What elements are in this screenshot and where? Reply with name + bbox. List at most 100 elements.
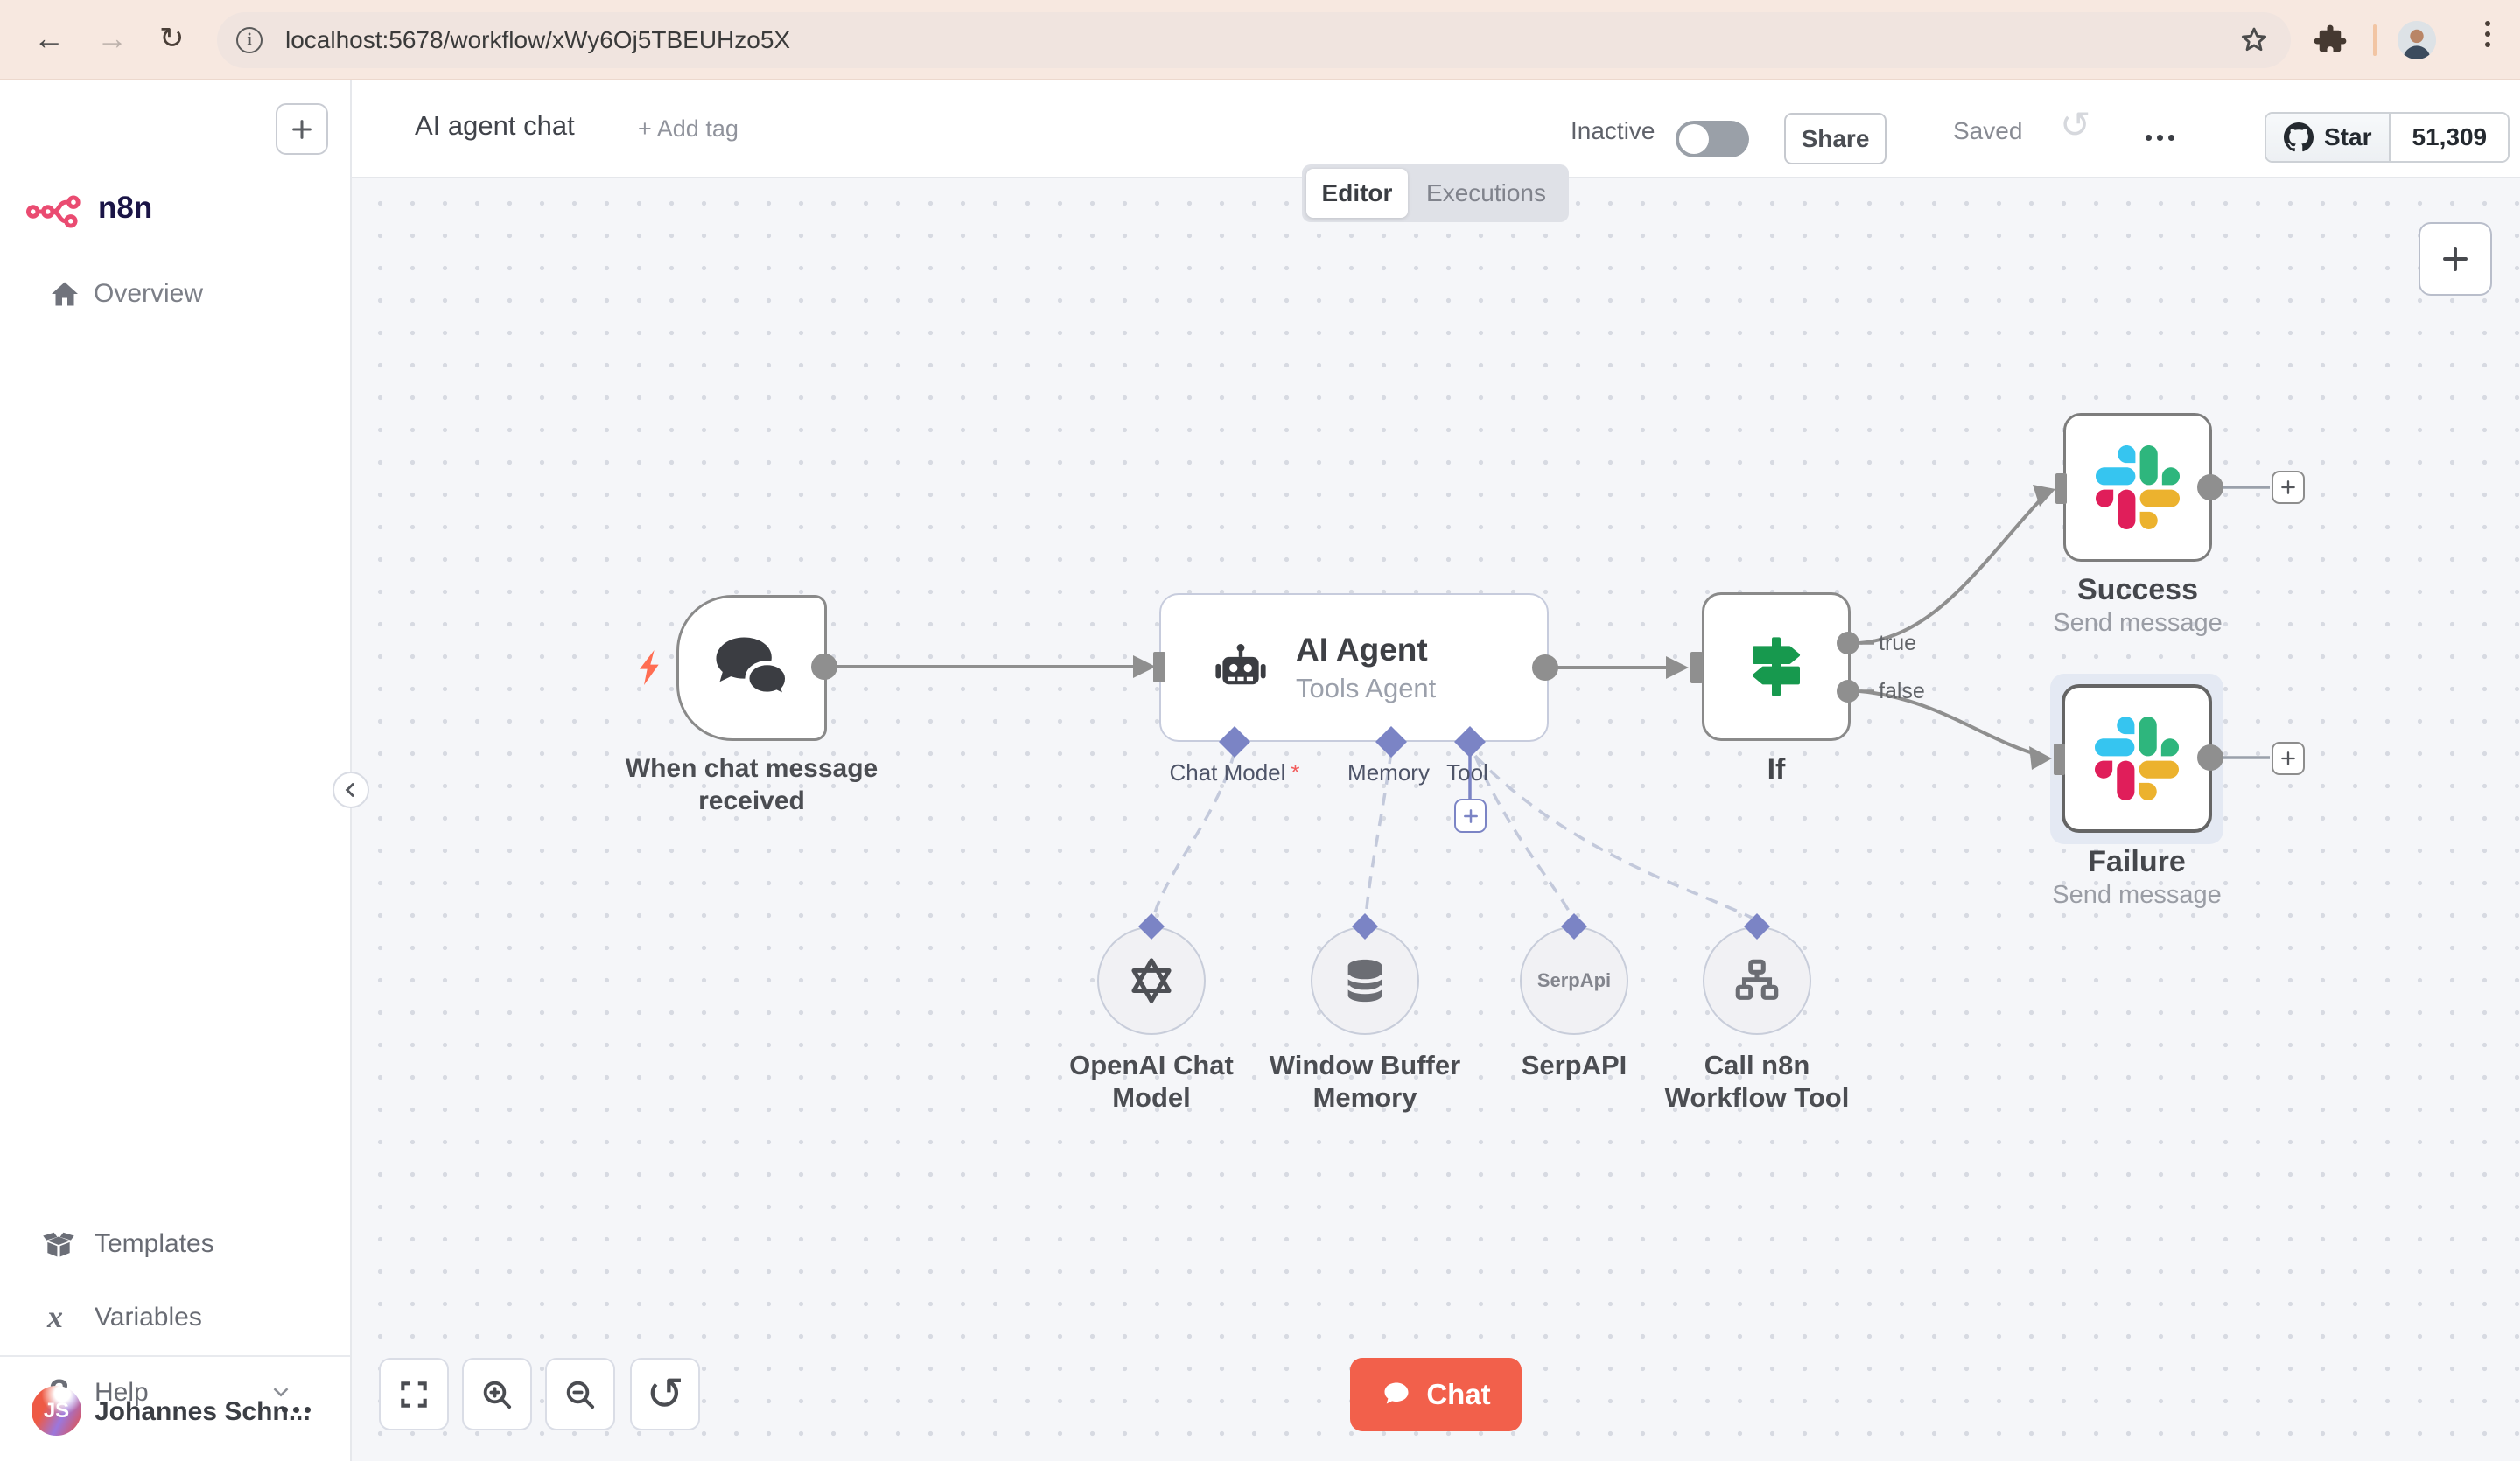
chevron-left-icon <box>345 783 354 797</box>
agent-title: AI Agent <box>1296 631 1428 668</box>
avatar-initials: JS <box>43 1398 70 1423</box>
node-success[interactable] <box>2063 413 2212 562</box>
node-label-success: Success <box>2077 573 2198 606</box>
add-node-button[interactable] <box>2418 222 2492 296</box>
sitemap-icon <box>1735 959 1779 1000</box>
sidebar-item-overview[interactable]: Overview <box>94 279 203 309</box>
node-openai-chat-model[interactable] <box>1097 926 1206 1035</box>
undo-icon: ↺ <box>646 1368 684 1420</box>
zoom-out-button[interactable] <box>545 1358 615 1430</box>
slack-icon <box>2096 445 2180 529</box>
node-label-trigger: When chat message received <box>625 754 878 815</box>
node-label-memory: Window Buffer Memory <box>1269 1050 1461 1113</box>
sidebar-item-templates[interactable]: Templates <box>94 1229 214 1259</box>
github-star-button[interactable]: Star <box>2266 114 2391 161</box>
history-icon[interactable]: ↺ <box>2060 103 2090 146</box>
toolbar-divider <box>2373 24 2376 56</box>
chat-bubbles-icon <box>716 637 790 701</box>
share-label: Share <box>1801 124 1870 152</box>
reset-undo-button[interactable]: ↺ <box>630 1358 700 1430</box>
bookmark-star-icon[interactable] <box>2238 24 2270 56</box>
share-button[interactable]: Share <box>1784 113 1886 164</box>
chat-bubble-icon <box>1384 1382 1409 1404</box>
sidebar-item-variables[interactable]: Variables <box>94 1303 202 1332</box>
zoom-out-icon <box>566 1381 595 1409</box>
node-ai-agent[interactable]: AI Agent Tools Agent <box>1159 593 1549 742</box>
node-label-call-workflow: Call n8n Workflow Tool <box>1664 1050 1850 1113</box>
plus-icon <box>2281 480 2295 494</box>
browser-profile-avatar[interactable] <box>2398 21 2436 59</box>
node-chat-trigger[interactable] <box>676 595 827 741</box>
activation-toggle[interactable] <box>1676 121 1749 157</box>
activation-status-label: Inactive <box>1571 117 1656 144</box>
sidebar: n8n Overview Templates x Variables ? Hel… <box>0 80 352 1461</box>
plus-icon <box>2443 247 2468 271</box>
slack-icon <box>2095 717 2179 800</box>
plus-icon <box>2281 751 2295 765</box>
database-icon <box>1346 959 1384 1003</box>
tab-editor[interactable]: Editor <box>1306 169 1408 218</box>
brand-name: n8n <box>98 191 153 225</box>
trigger-bolt-icon <box>640 650 659 685</box>
n8n-logo-icon <box>26 195 80 228</box>
node-sub-failure: Send message <box>2052 881 2222 909</box>
zoom-in-icon <box>483 1381 512 1409</box>
view-tabs: Editor Executions <box>1302 164 1569 222</box>
node-label-serpapi: SerpAPI <box>1521 1050 1628 1080</box>
plus-icon <box>292 119 312 139</box>
add-tool-button[interactable] <box>1454 799 1487 833</box>
node-window-buffer-memory[interactable] <box>1311 926 1419 1035</box>
chat-button-label: Chat <box>1426 1378 1491 1410</box>
node-serpapi[interactable]: SerpApi <box>1520 926 1628 1035</box>
browser-toolbar: ← → ↻ i localhost:5678/workflow/xWy6Oj5T… <box>0 0 2520 80</box>
add-node-after-success-button[interactable] <box>2272 471 2305 504</box>
node-call-n8n-workflow-tool[interactable] <box>1703 926 1811 1035</box>
add-node-after-failure-button[interactable] <box>2272 742 2305 775</box>
signpost-icon <box>1753 637 1800 696</box>
workflow-menu-icon[interactable] <box>2146 135 2174 141</box>
saved-status: Saved <box>1953 117 2023 144</box>
browser-menu-icon[interactable] <box>2485 21 2490 47</box>
user-menu-icon[interactable] <box>282 1407 311 1413</box>
user-avatar[interactable]: JS <box>32 1386 81 1436</box>
sidebar-divider <box>0 1355 350 1357</box>
extensions-icon[interactable] <box>2312 23 2348 59</box>
branch-label-false: false <box>1879 679 1925 703</box>
zoom-in-button[interactable] <box>462 1358 532 1430</box>
workflow-canvas[interactable]: When chat message received AI Agent Tool… <box>352 178 2520 1461</box>
open-chat-button[interactable]: Chat <box>1350 1358 1522 1431</box>
site-info-icon[interactable]: i <box>236 27 262 53</box>
sidebar-collapse-button[interactable] <box>332 772 369 808</box>
add-tag-button[interactable]: + Add tag <box>638 115 738 143</box>
port-text: Chat Model <box>1169 759 1286 786</box>
serpapi-logo-text: SerpApi <box>1536 969 1612 991</box>
forward-icon[interactable]: → <box>96 19 128 58</box>
toggle-knob <box>1679 124 1709 154</box>
plus-icon <box>1463 808 1478 823</box>
node-if[interactable] <box>1702 592 1851 741</box>
node-failure[interactable] <box>2062 684 2212 833</box>
url-text[interactable]: localhost:5678/workflow/xWy6Oj5TBEUHzo5X <box>285 26 2238 54</box>
port-label-tool: Tool <box>1374 759 1566 786</box>
workflow-title[interactable]: AI agent chat <box>415 110 575 142</box>
branch-label-true: true <box>1879 631 1917 655</box>
user-name[interactable]: Johannes Schn... <box>94 1397 311 1427</box>
github-star-count[interactable]: 51,309 <box>2390 114 2509 161</box>
back-icon[interactable]: ← <box>33 19 65 58</box>
openai-icon <box>1131 958 1172 1003</box>
star-count: 51,309 <box>2412 123 2488 150</box>
fit-view-button[interactable] <box>379 1358 449 1430</box>
address-bar[interactable]: i localhost:5678/workflow/xWy6Oj5TBEUHzo… <box>217 12 2291 68</box>
home-icon <box>49 278 80 314</box>
github-icon <box>2284 122 2314 152</box>
node-label-openai: OpenAI Chat Model <box>1069 1050 1234 1113</box>
reload-icon[interactable]: ↻ <box>159 19 185 58</box>
robot-icon <box>1215 644 1266 685</box>
templates-box-icon <box>42 1228 75 1266</box>
github-star-widget[interactable]: Star 51,309 <box>2264 112 2510 163</box>
variables-x-icon: x <box>47 1299 63 1334</box>
new-workflow-button[interactable] <box>276 103 328 155</box>
node-label-if: If <box>1767 753 1786 786</box>
agent-subtitle: Tools Agent <box>1296 672 1437 703</box>
tab-executions[interactable]: Executions <box>1408 169 1564 218</box>
